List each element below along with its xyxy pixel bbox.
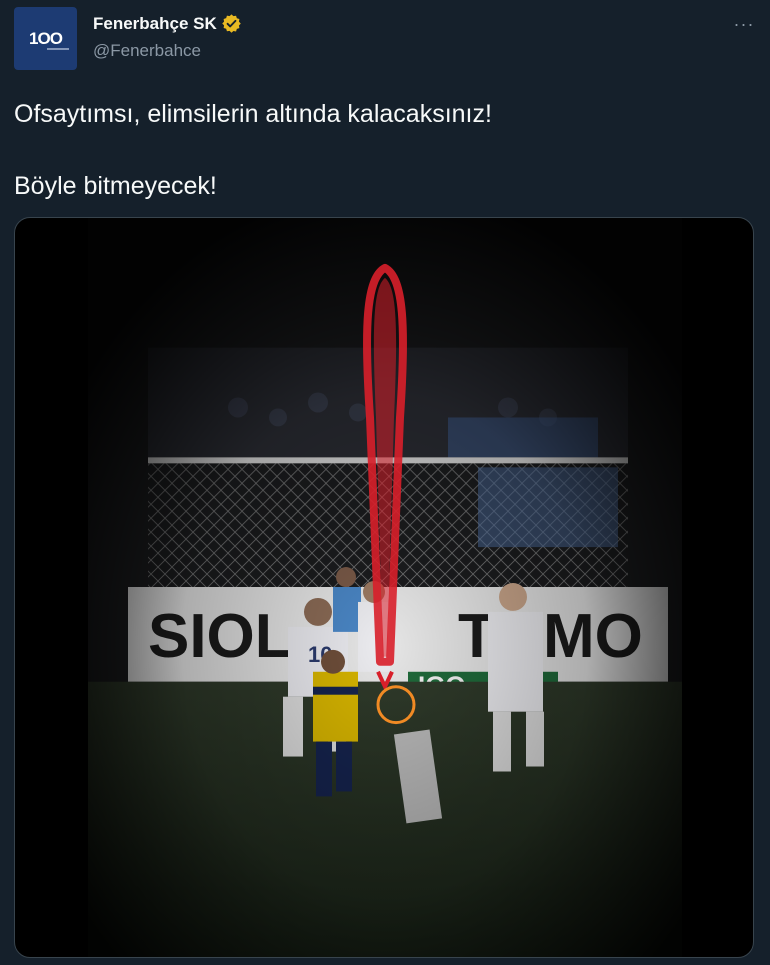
avatar[interactable]: 1OO <box>14 7 77 70</box>
verified-badge-icon <box>221 14 241 33</box>
tweet-text: Ofsaytımsı, elimsilerin altında kalacaks… <box>14 96 754 204</box>
avatar-logo-text: 1OO <box>29 28 63 48</box>
more-options-icon[interactable]: ··· <box>732 12 756 36</box>
tweet-text-line-1: Ofsaytımsı, elimsilerin altında kalacaks… <box>14 100 492 128</box>
tweet-media-video[interactable]: SIOL TOMO IGO 10 <box>14 217 754 958</box>
avatar-underline <box>47 48 69 50</box>
display-name[interactable]: Fenerbahçe SK <box>93 14 217 34</box>
tweet-text-line-2: Böyle bitmeyecek! <box>14 172 217 200</box>
author-row: Fenerbahçe SK <box>93 13 242 34</box>
user-handle[interactable]: @Fenerbahce <box>93 41 201 61</box>
video-frame: SIOL TOMO IGO 10 <box>88 218 682 957</box>
